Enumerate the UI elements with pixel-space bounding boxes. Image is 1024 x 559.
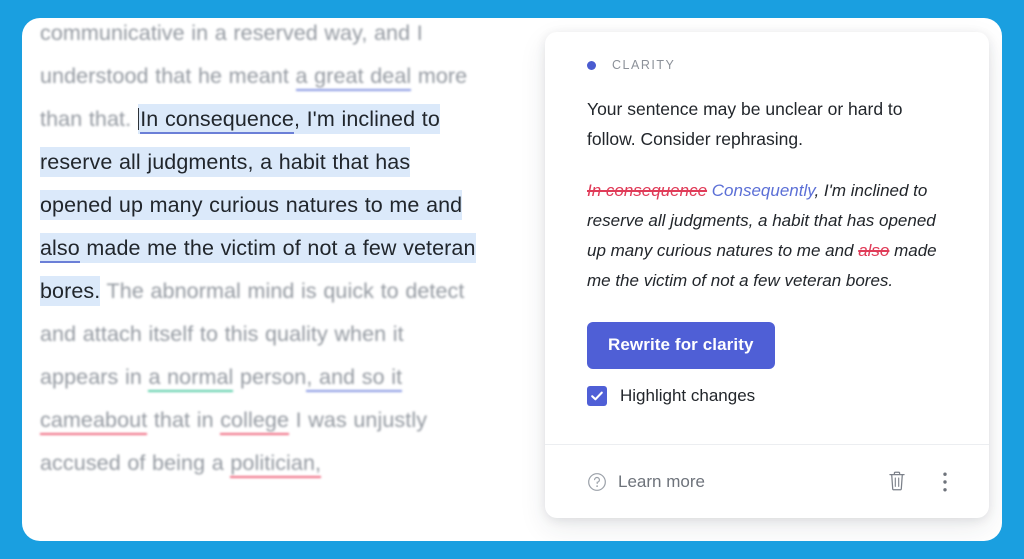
highlight-changes-label: Highlight changes [620,386,756,405]
learn-more-label: Learn more [618,471,705,491]
doc-mark-also[interactable]: also [40,236,80,263]
suggestion-card-body: CLARITY Your sentence may be unclear or … [545,32,989,406]
suggestion-card: CLARITY Your sentence may be unclear or … [545,32,989,518]
active-sentence-highlight[interactable]: In consequence, I'm inclined to reserve … [40,104,476,306]
question-circle-icon [588,472,606,491]
trash-icon [889,471,905,491]
doc-after-2: person [233,365,307,389]
delete-suggestion-button[interactable] [883,468,911,496]
category-dot-icon [587,60,596,70]
doc-line-1: communicative in a reserved way, and I [40,21,423,45]
learn-more-link[interactable]: Learn more [587,472,705,492]
suggestion-card-footer: Learn more [545,444,989,518]
checkmark-icon [591,391,603,401]
doc-after-6: that in [147,408,221,432]
kebab-menu-icon [943,472,947,491]
highlight-changes-checkbox[interactable] [587,386,607,406]
category-label: CLARITY [612,58,676,72]
doc-line-2-pre: understood that he meant [40,64,296,88]
doc-mark-in-consequence[interactable]: In consequence [140,107,294,134]
preview-deleted-in-consequence: In consequence [587,181,708,200]
doc-mark-a-great-deal[interactable]: a great deal [295,64,412,91]
doc-mark-politician[interactable]: politician, [230,451,322,478]
device-frame: communicative in a reserved way, and I u… [0,0,1024,559]
preview-deleted-also: also [858,241,890,260]
suggestion-explanation: Your sentence may be unclear or hard to … [587,99,903,149]
suggestion-preview: In consequence Consequently, I'm incline… [587,176,959,296]
rewrite-for-clarity-button[interactable]: Rewrite for clarity [587,322,775,369]
document-pane[interactable]: communicative in a reserved way, and I u… [22,18,542,541]
suggestion-category-row: CLARITY [587,58,959,72]
doc-mark-cameabout[interactable]: cameabout [40,408,148,435]
preview-inserted-consequently: Consequently [711,181,815,200]
doc-mark-and-so-it[interactable]: , and so it [306,365,403,392]
doc-mark-a-normal[interactable]: a normal [148,365,234,392]
document-text[interactable]: communicative in a reserved way, and I u… [40,18,488,485]
more-options-button[interactable] [931,468,959,496]
app-screen: communicative in a reserved way, and I u… [22,18,1002,541]
doc-mark-college[interactable]: college [220,408,290,435]
highlight-changes-row[interactable]: Highlight changes [587,386,959,406]
